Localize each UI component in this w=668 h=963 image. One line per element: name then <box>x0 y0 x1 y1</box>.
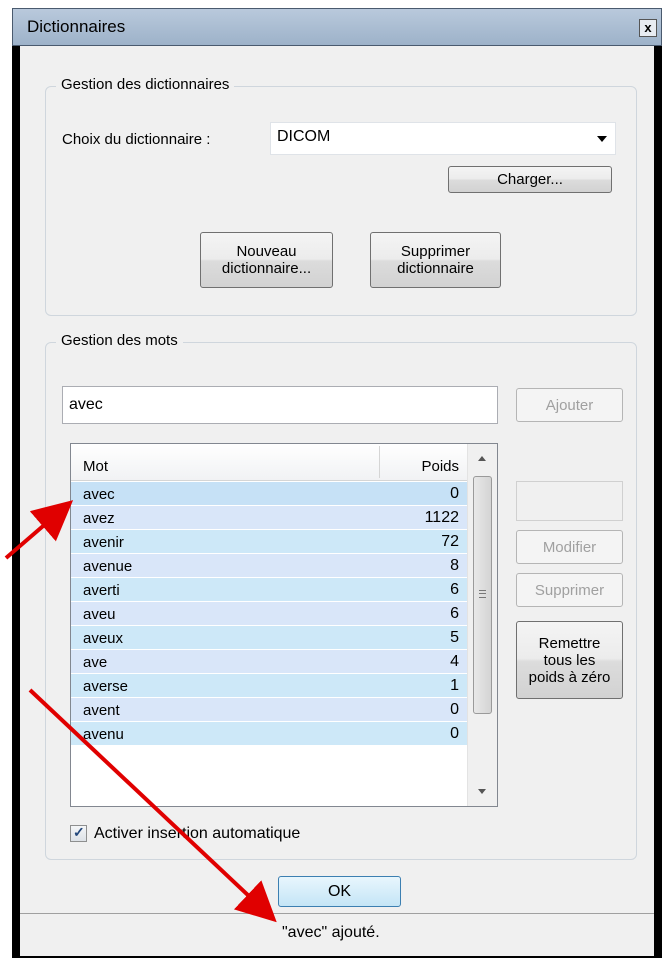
reset-label-line3: poids à zéro <box>528 668 611 686</box>
word-group-legend: Gestion des mots <box>56 332 183 349</box>
word-cell: averti <box>83 582 120 599</box>
weight-input[interactable] <box>516 481 623 521</box>
weight-cell: 0 <box>450 725 459 742</box>
word-cell: avenue <box>83 558 133 575</box>
word-cell: ave <box>83 654 108 671</box>
column-header-word[interactable]: Mot <box>83 458 108 475</box>
scrollbar-thumb[interactable] <box>473 476 492 714</box>
table-row[interactable]: aveu 6 <box>71 602 467 626</box>
table-row[interactable]: aveux 5 <box>71 626 467 650</box>
word-cell: avec <box>83 486 115 503</box>
weight-cell: 72 <box>441 533 459 550</box>
add-word-button[interactable]: Ajouter <box>516 388 623 422</box>
reset-weights-button[interactable]: Remettre tous les poids à zéro <box>516 621 623 699</box>
word-list-rows: avec 0 avez 1122 avenir 72 avenue 8 aver… <box>71 482 467 746</box>
word-cell: avez <box>83 510 115 527</box>
grip-icon <box>479 590 486 598</box>
window-title: Dictionnaires <box>27 17 126 36</box>
delete-dictionary-button[interactable]: Supprimer dictionnaire <box>370 232 501 288</box>
load-button[interactable]: Charger... <box>448 166 612 193</box>
ok-button[interactable]: OK <box>278 876 401 907</box>
dictionary-choice-label: Choix du dictionnaire : <box>62 131 211 148</box>
new-dictionary-label-line2: dictionnaire... <box>221 260 312 277</box>
table-row[interactable]: averti 6 <box>71 578 467 602</box>
delete-dictionary-label-line1: Supprimer <box>400 243 471 260</box>
table-row[interactable]: avez 1122 <box>71 506 467 530</box>
table-row[interactable]: averse 1 <box>71 674 467 698</box>
word-cell: avent <box>83 702 120 719</box>
status-bar: "avec" ajouté. <box>20 913 654 956</box>
reset-label-line2: tous les <box>543 651 596 669</box>
table-row[interactable]: avec 0 <box>71 482 467 506</box>
table-row[interactable]: avenu 0 <box>71 722 467 746</box>
scroll-down-arrow-icon[interactable] <box>478 789 486 794</box>
dictionary-select[interactable]: DICOM <box>270 122 616 155</box>
weight-cell: 8 <box>450 557 459 574</box>
chevron-down-icon[interactable] <box>597 136 607 142</box>
new-dictionary-button[interactable]: Nouveau dictionnaire... <box>200 232 333 288</box>
table-row[interactable]: avenir 72 <box>71 530 467 554</box>
delete-dictionary-label-line2: dictionnaire <box>397 260 474 277</box>
close-button[interactable]: x <box>639 19 657 37</box>
dictionary-select-value: DICOM <box>277 128 331 145</box>
weight-cell: 1 <box>450 677 459 694</box>
dictionary-group-legend: Gestion des dictionnaires <box>56 76 235 93</box>
weight-cell: 5 <box>450 629 459 646</box>
column-header-weight[interactable]: Poids <box>421 458 459 475</box>
column-divider[interactable] <box>379 446 380 478</box>
scroll-up-arrow-icon[interactable] <box>478 456 486 461</box>
reset-label-line1: Remettre <box>538 634 601 652</box>
word-cell: averse <box>83 678 129 695</box>
weight-cell: 0 <box>450 485 459 502</box>
check-icon: ✓ <box>73 824 85 840</box>
dictionary-management-group: Gestion des dictionnaires <box>45 76 637 316</box>
word-list[interactable]: Mot Poids avec 0 avez 1122 avenir 72 ave… <box>70 443 498 807</box>
word-cell: avenir <box>83 534 124 551</box>
table-row[interactable]: avent 0 <box>71 698 467 722</box>
word-cell: aveu <box>83 606 116 623</box>
word-cell: avenu <box>83 726 124 743</box>
weight-cell: 6 <box>450 581 459 598</box>
status-message: "avec" ajouté. <box>282 924 380 941</box>
title-bar[interactable]: Dictionnaires x <box>12 8 662 46</box>
weight-cell: 0 <box>450 701 459 718</box>
word-list-header: Mot Poids <box>71 444 467 481</box>
weight-cell: 6 <box>450 605 459 622</box>
weight-cell: 4 <box>450 653 459 670</box>
word-input[interactable]: avec <box>62 386 498 424</box>
new-dictionary-label-line1: Nouveau <box>236 243 297 260</box>
modify-button[interactable]: Modifier <box>516 530 623 564</box>
delete-word-button[interactable]: Supprimer <box>516 573 623 607</box>
table-row[interactable]: ave 4 <box>71 650 467 674</box>
auto-insert-checkbox[interactable]: ✓ <box>70 824 87 842</box>
weight-cell: 1122 <box>424 509 459 526</box>
auto-insert-label[interactable]: Activer insertion automatique <box>94 825 300 843</box>
table-row[interactable]: avenue 8 <box>71 554 467 578</box>
word-cell: aveux <box>83 630 124 647</box>
word-list-scrollbar[interactable] <box>467 444 497 806</box>
